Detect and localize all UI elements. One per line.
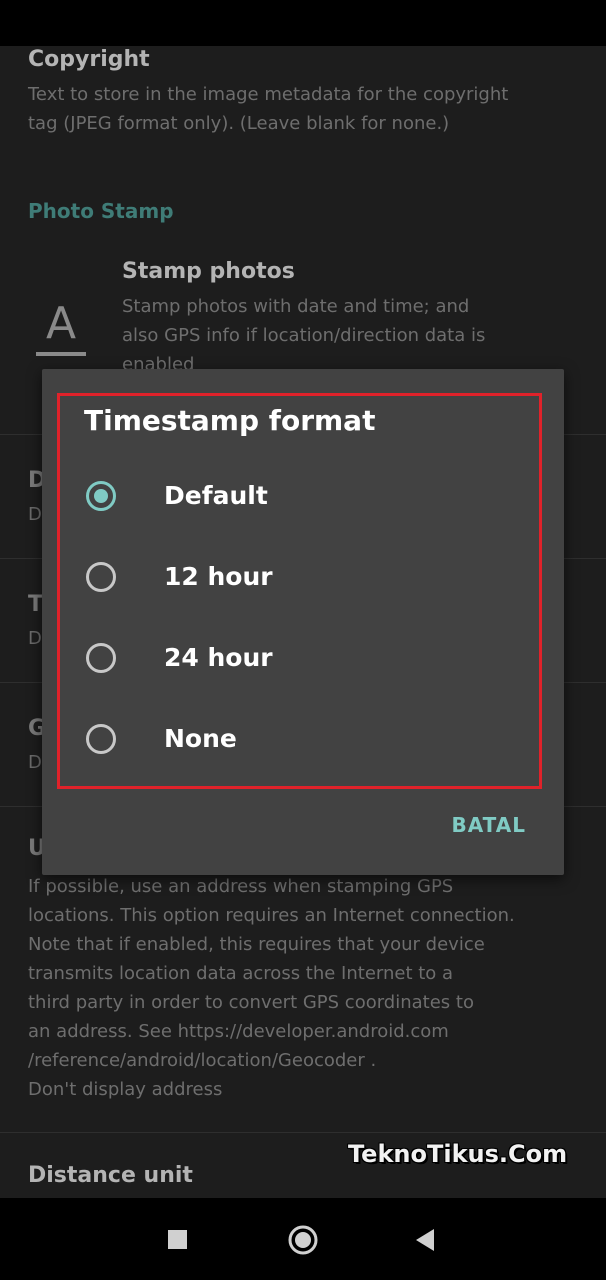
radio-unchecked-icon[interactable] <box>86 643 116 673</box>
pref-hidden-summary: D <box>28 752 42 773</box>
pref-address-summary: If possible, use an address when stampin… <box>28 876 515 1100</box>
timestamp-format-dialog: Timestamp format Default 12 hour 24 hour… <box>42 369 564 875</box>
circle-icon[interactable] <box>283 1220 323 1260</box>
radio-unchecked-icon[interactable] <box>86 562 116 592</box>
text-format-icon: A <box>34 300 88 358</box>
status-bar <box>0 0 606 46</box>
option-default[interactable]: Default <box>82 469 522 529</box>
pref-stamp-photos[interactable]: Stamp photos Stamp photos with date and … <box>122 258 586 379</box>
pref-copyright[interactable]: Copyright Text to store in the image met… <box>28 46 586 138</box>
radio-checked-icon[interactable] <box>86 481 116 511</box>
divider <box>0 1132 606 1133</box>
cancel-button[interactable]: BATAL <box>452 813 526 837</box>
dialog-title: Timestamp format <box>84 404 376 437</box>
option-label: None <box>164 724 237 753</box>
option-12-hour[interactable]: 12 hour <box>82 550 522 610</box>
screen: Copyright Text to store in the image met… <box>0 0 606 1280</box>
triangle-back-icon[interactable] <box>406 1220 446 1260</box>
option-label: 24 hour <box>164 643 273 672</box>
option-label: 12 hour <box>164 562 273 591</box>
navigation-bar <box>0 1198 606 1280</box>
pref-hidden-title[interactable]: T <box>28 592 43 617</box>
square-icon[interactable] <box>158 1220 198 1260</box>
pref-address[interactable]: If possible, use an address when stampin… <box>28 872 586 1104</box>
watermark: TeknoTikus.Com <box>348 1140 568 1168</box>
option-label: Default <box>164 481 268 510</box>
pref-stamp-photos-summary: Stamp photos with date and time; and als… <box>122 296 486 375</box>
radio-unchecked-icon[interactable] <box>86 724 116 754</box>
category-photo-stamp: Photo Stamp <box>28 199 174 223</box>
option-24-hour[interactable]: 24 hour <box>82 631 522 691</box>
pref-stamp-photos-title: Stamp photos <box>122 259 295 284</box>
pref-copyright-title: Copyright <box>28 47 150 72</box>
pref-hidden-summary: D <box>28 628 42 649</box>
option-none[interactable]: None <box>82 712 522 772</box>
pref-copyright-summary: Text to store in the image metadata for … <box>28 84 509 134</box>
pref-hidden-summary: D <box>28 504 42 525</box>
